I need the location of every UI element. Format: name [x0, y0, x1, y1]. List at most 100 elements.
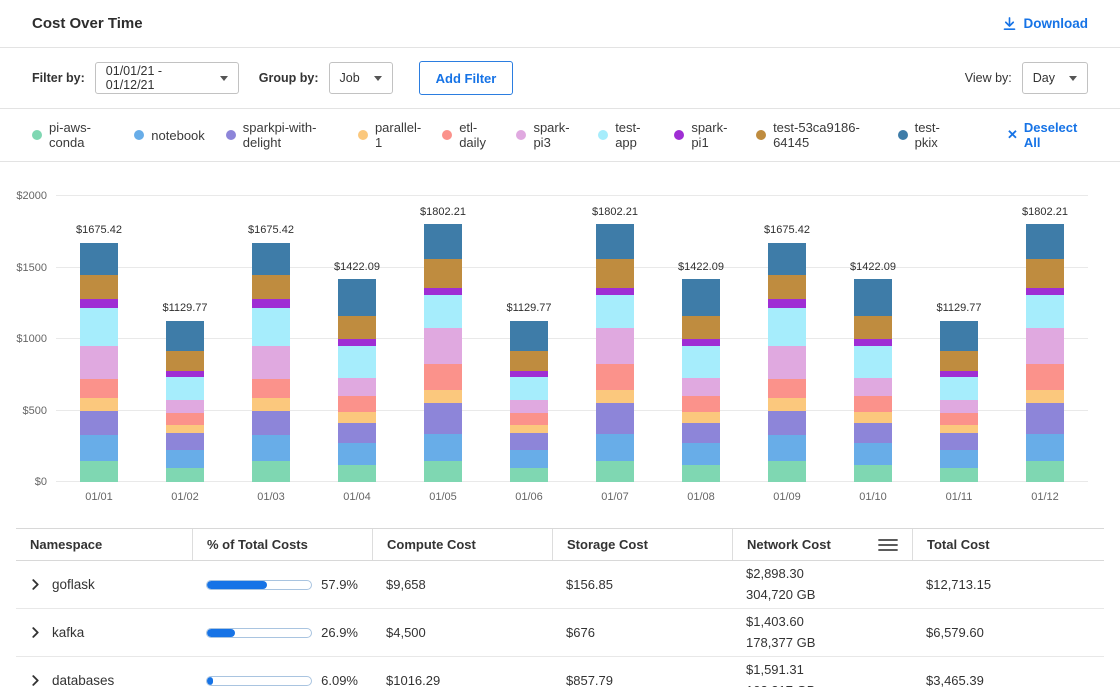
legend-color-dot: [898, 130, 908, 140]
cost-over-time-page: Cost Over Time Download Filter by: 01/01…: [0, 0, 1120, 687]
y-axis-label: $500: [23, 405, 47, 417]
bar-total-label: $1675.42: [76, 224, 122, 236]
view-by-group: View by: Day: [965, 62, 1088, 94]
bar-total-label: $1129.77: [162, 302, 207, 314]
add-filter-button[interactable]: Add Filter: [419, 61, 514, 95]
network-cost-value: $2,898.30: [746, 564, 898, 584]
table-row-kafka[interactable]: kafka26.9%$4,500$676$1,403.60178,377 GB$…: [16, 609, 1104, 657]
table-row-databases[interactable]: databases6.09%$1016.29$857.79$1,591.3110…: [16, 657, 1104, 687]
x-axis-label: 01/11: [946, 491, 973, 503]
deselect-all-button[interactable]: ✕ Deselect All: [1007, 120, 1088, 150]
bar-segment-test-app: [940, 377, 978, 400]
bar-segment-spark-pi1: [252, 299, 290, 308]
x-axis-label: 01/01: [85, 491, 113, 503]
date-range-select[interactable]: 01/01/21 - 01/12/21: [95, 62, 239, 94]
network-usage-value: 304,720 GB: [746, 585, 898, 605]
legend-item-label: notebook: [151, 128, 205, 143]
view-by-value: Day: [1033, 71, 1055, 85]
bar-segment-test-53ca9186-64145: [854, 316, 892, 339]
legend-item-notebook[interactable]: notebook: [134, 128, 205, 143]
bar-segment-test-app: [768, 308, 806, 347]
legend-item-test-pkix[interactable]: test-pkix: [898, 120, 954, 150]
bar-segment-notebook: [338, 443, 376, 464]
bar-segment-sparkpi-with-delight: [166, 433, 204, 449]
bar-segment-parallel-1: [80, 398, 118, 411]
bar-segment-test-app: [1026, 295, 1064, 328]
stacked-bar: [596, 224, 634, 482]
bar-slot: $1422.0901/08: [658, 196, 744, 482]
bar-segment-etl-daily: [682, 396, 720, 412]
chevron-right-icon[interactable]: [30, 675, 41, 686]
bar-segment-test-pkix: [1026, 224, 1064, 259]
view-by-select[interactable]: Day: [1022, 62, 1088, 94]
bar-total-label: $1675.42: [764, 224, 810, 236]
bar-segment-test-pkix: [424, 224, 462, 259]
bar-segment-spark-pi3: [682, 378, 720, 397]
table-row-goflask[interactable]: goflask57.9%$9,658$156.85$2,898.30304,72…: [16, 561, 1104, 609]
bar-segment-spark-pi3: [940, 400, 978, 413]
legend-color-dot: [134, 130, 144, 140]
bar-segment-spark-pi3: [1026, 328, 1064, 364]
legend-item-spark-pi3[interactable]: spark-pi3: [516, 120, 577, 150]
x-axis-label: 01/10: [859, 491, 887, 503]
bar-segment-notebook: [854, 443, 892, 464]
stacked-bar: [424, 224, 462, 482]
bar-segment-parallel-1: [1026, 390, 1064, 403]
bar-segment-etl-daily: [596, 364, 634, 390]
bar-segment-sparkpi-with-delight: [596, 403, 634, 434]
legend-item-label: pi-aws-conda: [49, 120, 113, 150]
legend-item-spark-pi1[interactable]: spark-pi1: [674, 120, 735, 150]
stacked-bar: [166, 320, 204, 482]
bar-segment-test-pkix: [940, 321, 978, 351]
pct-of-total-cell: 26.9%: [192, 625, 372, 640]
group-by-select[interactable]: Job: [329, 62, 393, 94]
chart-legend: pi-aws-conda notebook sparkpi-with-delight…: [0, 109, 1120, 162]
legend-item-pi-aws-conda[interactable]: pi-aws-conda: [32, 120, 113, 150]
bar-segment-etl-daily: [510, 413, 548, 425]
bar-segment-spark-pi3: [424, 328, 462, 364]
bar-segment-test-app: [166, 377, 204, 400]
total-cost-cell: $6,579.60: [912, 625, 1104, 640]
bar-segment-spark-pi1: [596, 288, 634, 296]
stacked-bar: [338, 279, 376, 482]
bar-segment-spark-pi1: [682, 339, 720, 346]
x-axis-label: 01/04: [343, 491, 371, 503]
legend-item-etl-daily[interactable]: etl-daily: [442, 120, 495, 150]
chevron-down-icon: [220, 76, 228, 81]
legend-item-label: parallel-1: [375, 120, 421, 150]
legend-item-parallel-1[interactable]: parallel-1: [358, 120, 421, 150]
x-axis-label: 01/09: [773, 491, 801, 503]
chevron-right-icon[interactable]: [30, 627, 41, 638]
legend-item-sparkpi-with-delight[interactable]: sparkpi-with-delight: [226, 120, 337, 150]
bar-segment-pi-aws-conda: [854, 465, 892, 482]
pct-progress-bar: [206, 580, 312, 590]
bar-segment-parallel-1: [510, 425, 548, 434]
bar-segment-parallel-1: [596, 390, 634, 403]
storage-cost-cell: $156.85: [552, 577, 732, 592]
network-usage-value: 178,377 GB: [746, 633, 898, 653]
bar-segment-test-pkix: [80, 243, 118, 275]
bar-segment-parallel-1: [854, 412, 892, 423]
chevron-right-icon[interactable]: [30, 579, 41, 590]
bar-segment-pi-aws-conda: [424, 461, 462, 482]
bar-segment-pi-aws-conda: [768, 461, 806, 482]
bar-slot: $1675.4201/09: [744, 196, 830, 482]
bar-segment-parallel-1: [252, 398, 290, 411]
download-label: Download: [1024, 16, 1089, 31]
bar-segment-spark-pi3: [166, 400, 204, 413]
bar-segment-spark-pi1: [338, 339, 376, 346]
bar-segment-spark-pi1: [768, 299, 806, 308]
download-button[interactable]: Download: [1002, 16, 1089, 31]
bar-segment-test-53ca9186-64145: [596, 259, 634, 288]
namespace-cell: kafka: [16, 625, 192, 640]
bar-segment-parallel-1: [424, 390, 462, 403]
legend-item-test-app[interactable]: test-app: [598, 120, 653, 150]
legend-color-dot: [358, 130, 368, 140]
legend-item-test-53ca9186-64145[interactable]: test-53ca9186-64145: [756, 120, 877, 150]
bar-segment-etl-daily: [940, 413, 978, 425]
legend-item-label: spark-pi1: [691, 120, 735, 150]
bar-segment-spark-pi3: [510, 400, 548, 413]
legend-item-label: test-app: [615, 120, 653, 150]
column-menu-icon[interactable]: [878, 538, 898, 552]
stacked-bar: [940, 320, 978, 482]
